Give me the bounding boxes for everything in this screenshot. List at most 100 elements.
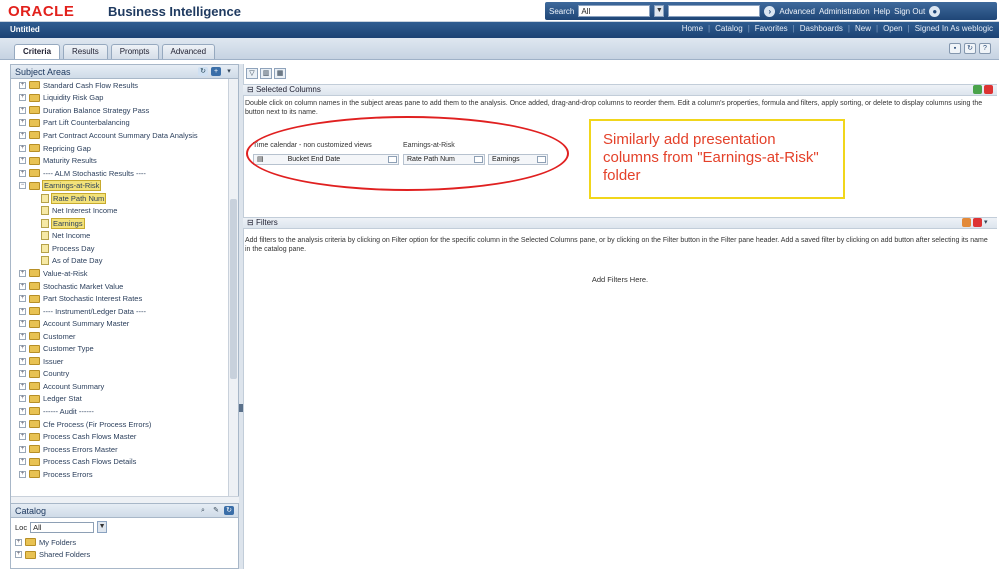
tree-folder-item[interactable]: + Process Errors [11,468,229,481]
search-scope-select[interactable]: All [578,5,651,17]
tree-folder-item[interactable]: + Ledger Stat [11,393,229,406]
tree-column-item[interactable]: Net Interest Income [11,204,229,217]
expand-icon[interactable]: + [19,131,26,139]
expand-icon[interactable]: + [19,295,26,303]
tree-folder-item[interactable]: + Repricing Gap [11,142,229,155]
edit-icon[interactable]: ✎ [211,506,221,515]
new-menu[interactable]: New [855,24,871,33]
tree-folder-item[interactable]: + Process Errors Master [11,443,229,456]
vertical-scrollbar[interactable] [228,79,238,496]
remove-filter-icon[interactable] [973,218,982,227]
chevron-down-icon[interactable]: ▼ [654,5,665,17]
home-link[interactable]: Home [682,24,703,33]
tree-folder-item[interactable]: + Part Contract Account Summary Data Anal… [11,129,229,142]
expand-icon[interactable]: + [19,395,26,403]
help-icon[interactable]: ? [979,43,991,54]
open-menu[interactable]: Open [883,24,903,33]
tree-folder-item[interactable]: + Maturity Results [11,154,229,167]
table-icon[interactable]: ▦ [274,68,286,79]
expand-icon[interactable]: + [19,433,26,441]
collapse-icon[interactable]: ⊟ [247,218,256,227]
expand-icon[interactable]: + [19,81,26,89]
tree-folder-item[interactable]: + ------ Audit ------ [11,405,229,418]
scrollbar-thumb[interactable] [230,199,237,379]
add-subject-area-icon[interactable]: + [211,67,221,76]
tree-folder-item[interactable]: + Value-at-Risk [11,267,229,280]
tree-column-item[interactable]: As of Date Day [11,255,229,268]
tree-folder-item[interactable]: + Process Cash Flows Master [11,430,229,443]
tree-folder-item[interactable]: + Customer Type [11,342,229,355]
tree-folder-item[interactable]: + Duration Balance Strategy Pass [11,104,229,117]
tree-folder-item[interactable]: + Account Summary Master [11,317,229,330]
tree-folder-item[interactable]: + Customer [11,330,229,343]
refresh-icon[interactable]: ↻ [224,506,234,515]
tree-folder-item[interactable]: + Account Summary [11,380,229,393]
horizontal-scrollbar[interactable] [11,496,239,503]
tree-folder-item[interactable]: + Issuer [11,355,229,368]
expand-icon[interactable]: + [15,538,22,546]
tree-column-item[interactable]: Rate Path Num [11,192,229,205]
tree-folder-item[interactable]: + ---- Instrument/Ledger Data ---- [11,305,229,318]
tree-folder-item[interactable]: + Country [11,368,229,381]
tree-folder-item[interactable]: + Cfe Process (Fir Process Errors) [11,418,229,431]
expand-icon[interactable]: + [19,157,26,165]
tree-folder-item[interactable]: + ---- ALM Stochastic Results ---- [11,167,229,180]
collapse-icon[interactable]: − [19,182,26,190]
chevron-down-icon[interactable]: ▼ [97,521,108,533]
search-input[interactable] [668,5,761,17]
catalog-item-my-folders[interactable]: + My Folders [11,536,238,549]
tab-criteria[interactable]: Criteria [14,44,61,59]
remove-all-icon[interactable] [984,85,993,94]
tree-folder-item[interactable]: + Process Cash Flows Details [11,455,229,468]
expand-icon[interactable]: + [19,269,26,277]
location-select[interactable]: All [30,521,95,533]
administration-link[interactable]: Administration [819,7,870,16]
help-link[interactable]: Help [874,7,890,16]
tree-folder-item[interactable]: + Standard Cash Flow Results [11,79,229,92]
refresh-icon[interactable]: ↻ [198,67,208,76]
favorites-menu[interactable]: Favorites [755,24,788,33]
expand-icon[interactable]: + [19,357,26,365]
catalog-item-shared-folders[interactable]: + Shared Folders [11,549,238,562]
expand-icon[interactable]: + [19,407,26,415]
advanced-link[interactable]: Advanced [779,7,815,16]
signed-in-user[interactable]: Signed In As weblogic [915,24,993,33]
tree-column-item[interactable]: Net Income [11,230,229,243]
expand-icon[interactable]: + [19,382,26,390]
expand-icon[interactable]: + [19,370,26,378]
tab-results[interactable]: Results [63,44,108,59]
chevron-down-icon[interactable]: ▾ [984,218,993,227]
save-icon[interactable]: ▪ [949,43,961,54]
tree-folder-item[interactable]: + Liquidity Risk Gap [11,92,229,105]
expand-icon[interactable]: + [19,282,26,290]
combine-icon[interactable] [973,85,982,94]
add-filter-icon[interactable] [962,218,971,227]
tree-folder-item[interactable]: + Part Lift Counterbalancing [11,117,229,130]
chevron-down-icon[interactable]: ▾ [224,67,234,76]
expand-icon[interactable]: + [19,144,26,152]
expand-icon[interactable]: + [19,169,26,177]
chart-icon[interactable]: ▥ [260,68,272,79]
collapse-icon[interactable]: ⊟ [247,85,256,94]
filter-icon[interactable]: ▽ [246,68,258,79]
search-go-icon[interactable]: › [764,5,776,17]
tab-advanced[interactable]: Advanced [161,44,216,59]
expand-icon[interactable]: + [19,458,26,466]
dashboards-menu[interactable]: Dashboards [800,24,843,33]
sign-out-link[interactable]: Sign Out [894,7,925,16]
tree-column-item[interactable]: Earnings [11,217,229,230]
tree-folder-item[interactable]: + Stochastic Market Value [11,280,229,293]
tree-folder-item[interactable]: + Part Stochastic Interest Rates [11,292,229,305]
user-icon[interactable]: ● [929,5,941,17]
refresh-icon[interactable]: ↻ [964,43,976,54]
expand-icon[interactable]: + [19,94,26,102]
tree-folder-item[interactable]: − Earnings-at-Risk [11,179,229,192]
expand-icon[interactable]: + [15,551,22,559]
expand-icon[interactable]: + [19,470,26,478]
search-icon[interactable]: ⌕ [198,506,208,515]
tab-prompts[interactable]: Prompts [110,44,159,59]
catalog-link[interactable]: Catalog [715,24,743,33]
expand-icon[interactable]: + [19,307,26,315]
tree-column-item[interactable]: Process Day [11,242,229,255]
expand-icon[interactable]: + [19,445,26,453]
